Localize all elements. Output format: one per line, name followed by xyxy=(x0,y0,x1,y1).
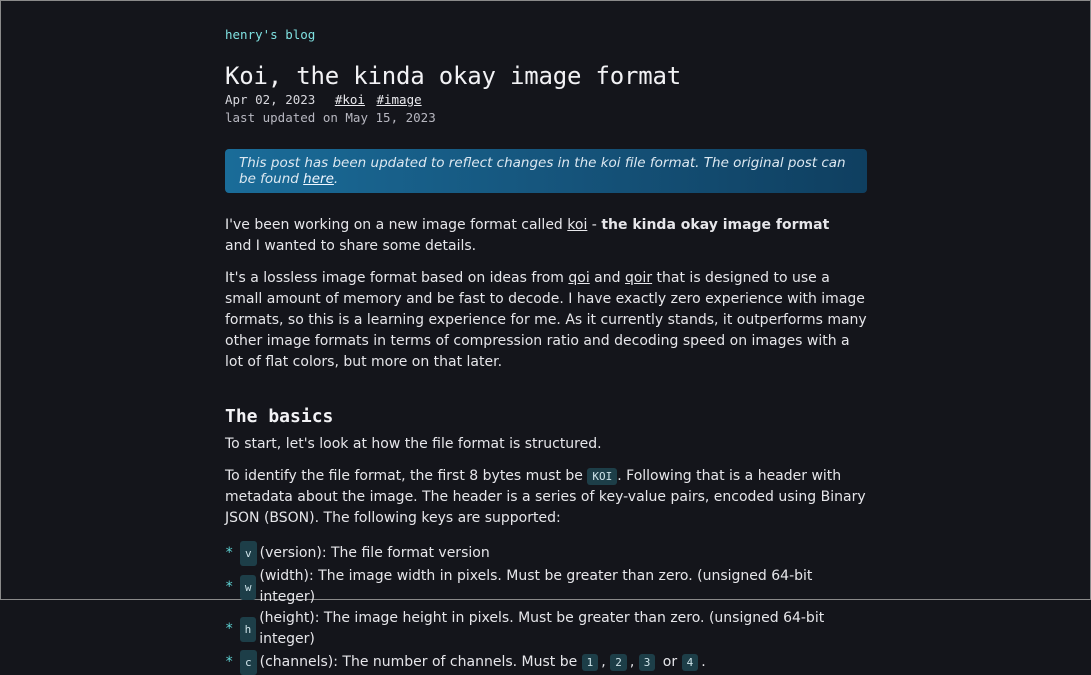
intro-p2-and: and xyxy=(589,270,625,286)
key-description: (width): The image width in pixels. Must… xyxy=(259,568,813,605)
key-code: w xyxy=(239,574,257,600)
channels-text: (channels): The number of channels. Must… xyxy=(259,654,582,670)
update-notice: This post has been updated to reflect ch… xyxy=(225,149,867,193)
intro-p2-text: It's a lossless image format based on id… xyxy=(225,270,569,286)
notice-end: . xyxy=(333,171,339,187)
qoi-link[interactable]: qoi xyxy=(568,270,589,286)
tag-koi-link[interactable]: #koi xyxy=(335,92,365,107)
tag-image-link[interactable]: #image xyxy=(376,92,421,107)
basics-p2-text: To identify the file format, the first 8… xyxy=(225,468,588,484)
basics-paragraph-2: To identify the file format, the first 8… xyxy=(225,466,867,529)
post-date: Apr 02, 2023 xyxy=(225,92,316,107)
bullet-icon: * xyxy=(225,578,234,595)
basics-paragraph-1: To start, let's look at how the file for… xyxy=(225,436,602,452)
blog-home-link[interactable]: henry's blog xyxy=(225,27,315,42)
list-item: * w (width): The image width in pixels. … xyxy=(225,566,867,608)
channel-value-code: 1 xyxy=(581,654,599,671)
channel-value-code: 4 xyxy=(681,654,699,671)
post-meta: Apr 02, 2023 #koi #image xyxy=(225,91,867,109)
intro-text-2: and I wanted to share some details. xyxy=(225,238,477,254)
bullet-icon: * xyxy=(225,654,234,670)
bullet-icon: * xyxy=(225,545,234,561)
key-description: (channels): The number of channels. Must… xyxy=(260,652,706,673)
key-description: (height): The image height in pixels. Mu… xyxy=(259,610,825,647)
key-code: c xyxy=(240,650,257,675)
intro-paragraph-2: It's a lossless image format based on id… xyxy=(225,268,867,373)
bullet-icon: * xyxy=(225,620,234,637)
key-code: h xyxy=(239,616,257,642)
key-description: (version): The file format version xyxy=(259,545,490,561)
channel-value-code: 2 xyxy=(610,654,627,671)
post-content: henry's blog Koi, the kinda okay image f… xyxy=(225,24,867,675)
last-updated: last updated on May 15, 2023 xyxy=(225,110,436,125)
key-code: v xyxy=(240,541,257,566)
magic-bytes-code: KOI xyxy=(587,468,618,485)
intro-dash: - xyxy=(587,217,602,233)
separator: , xyxy=(629,654,639,670)
original-post-link[interactable]: here xyxy=(303,171,334,187)
list-item: * h (height): The image height in pixels… xyxy=(225,608,867,650)
channel-value-code: 3 xyxy=(638,654,656,671)
list-item: * c (channels): The number of channels. … xyxy=(225,650,867,675)
channels-end: . xyxy=(701,654,706,670)
qoir-link[interactable]: qoir xyxy=(625,270,652,286)
list-item: * v (version): The file format version xyxy=(225,541,867,566)
section-heading-basics: The basics xyxy=(225,406,334,427)
intro-paragraph-1: I've been working on a new image format … xyxy=(225,215,867,257)
koi-expansion: the kinda okay image format xyxy=(601,217,830,233)
koi-link[interactable]: koi xyxy=(567,217,587,233)
separator: , xyxy=(601,654,611,670)
separator: or xyxy=(658,654,682,670)
intro-text: I've been working on a new image format … xyxy=(225,217,568,233)
post-title: Koi, the kinda okay image format xyxy=(225,62,681,90)
header-keys-list: * v (version): The file format version *… xyxy=(225,541,867,675)
